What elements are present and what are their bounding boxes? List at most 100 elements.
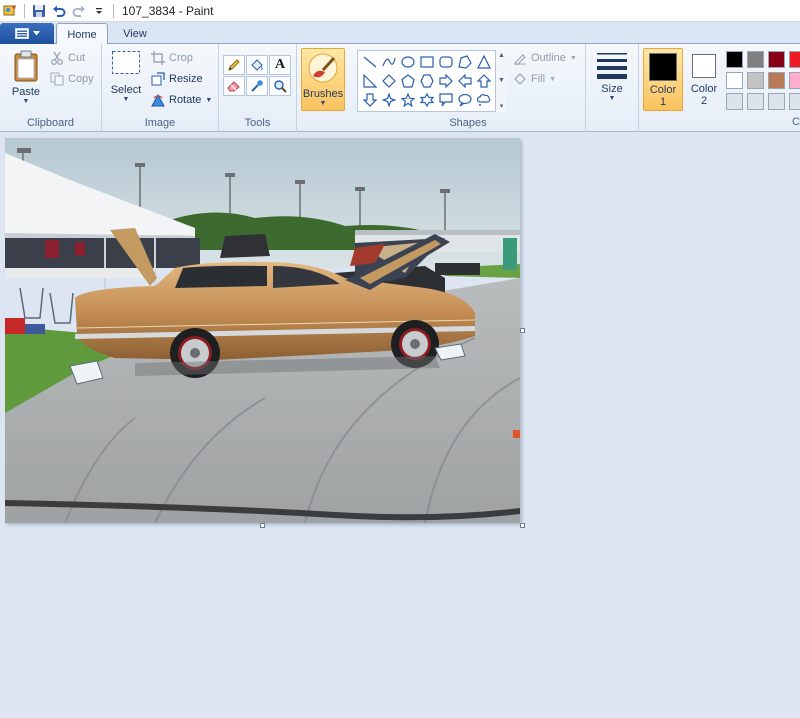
rotate-icon [151, 93, 165, 107]
magnifier-icon[interactable] [269, 76, 291, 96]
palette-swatch-light-gray[interactable] [747, 72, 764, 89]
right-arrow-shape-icon[interactable] [436, 71, 455, 90]
file-menu-button[interactable] [0, 23, 54, 44]
quick-access-toolbar [0, 0, 118, 22]
resize-button[interactable]: Resize [151, 69, 203, 89]
rectangle-shape-icon[interactable] [417, 52, 436, 71]
palette-swatch-custom-2[interactable] [747, 93, 764, 110]
six-point-star-shape-icon[interactable] [417, 90, 436, 109]
fill-bucket-icon[interactable] [246, 55, 268, 75]
palette-swatch-custom-4[interactable] [789, 93, 800, 110]
paste-icon [14, 50, 38, 82]
color2-button[interactable]: Color 2 [686, 48, 722, 111]
oval-shape-icon[interactable] [398, 52, 417, 71]
drawing-canvas[interactable] [5, 138, 520, 523]
colors-group-label: C [792, 116, 800, 128]
palette-swatch-white[interactable] [726, 72, 743, 89]
size-button[interactable]: Size ▼ [594, 50, 630, 102]
pentagon-shape-icon[interactable] [398, 71, 417, 90]
chevron-down-icon: ▼ [319, 100, 327, 107]
palette-swatch-custom-1[interactable] [726, 93, 743, 110]
redo-icon[interactable] [69, 1, 89, 21]
rotate-button[interactable]: Rotate ▼ [151, 90, 212, 110]
undo-icon[interactable] [49, 1, 69, 21]
palette-swatch-brown[interactable] [768, 72, 785, 89]
outline-label: Outline [531, 52, 566, 64]
copy-icon [50, 72, 64, 86]
app-icon[interactable] [0, 1, 20, 21]
scissors-icon [51, 51, 63, 65]
color1-button[interactable]: Color 1 [643, 48, 683, 111]
up-arrow-shape-icon[interactable] [474, 71, 493, 90]
image-group-label: Image [144, 117, 176, 129]
copy-label: Copy [68, 73, 94, 85]
oval-callout-shape-icon[interactable] [455, 90, 474, 109]
five-point-star-shape-icon[interactable] [398, 90, 417, 109]
rectangular-callout-shape-icon[interactable] [436, 90, 455, 109]
select-label: Select [110, 84, 142, 96]
cloud-callout-shape-icon[interactable] [474, 90, 493, 109]
fill-icon [514, 73, 526, 85]
shapes-gallery [357, 50, 507, 112]
hexagon-shape-icon[interactable] [417, 71, 436, 90]
pencil-icon[interactable] [223, 55, 245, 75]
select-button[interactable]: Select ▼ [108, 50, 144, 103]
crop-button[interactable]: Crop [151, 48, 193, 68]
chevron-down-icon: ▼ [205, 96, 213, 104]
resize-handle-corner[interactable] [520, 523, 525, 528]
size-label: Size [601, 83, 623, 95]
four-point-star-shape-icon[interactable] [379, 90, 398, 109]
resize-handle-bottom[interactable] [260, 523, 265, 528]
paste-label: Paste [11, 86, 41, 98]
tools-group: A Tools [219, 44, 297, 132]
rounded-rectangle-shape-icon[interactable] [436, 52, 455, 71]
resize-handle-right[interactable] [520, 328, 525, 333]
window-title: 107_3834 - Paint [122, 3, 214, 18]
file-menu-icon [14, 28, 29, 39]
text-icon[interactable]: A [269, 55, 291, 75]
palette-swatch-dark-red[interactable] [768, 51, 785, 68]
tab-view[interactable]: View [112, 23, 158, 45]
save-icon[interactable] [29, 1, 49, 21]
canvas-workspace [0, 133, 800, 718]
palette-swatch-gray[interactable] [747, 51, 764, 68]
paste-button[interactable]: Paste ▼ [8, 50, 44, 105]
gallery-expand-icon[interactable]: ▾ [500, 102, 504, 110]
color-picker-icon[interactable] [246, 76, 268, 96]
polygon-shape-icon[interactable] [455, 52, 474, 71]
crop-label: Crop [169, 52, 193, 64]
shapes-gallery-scroller[interactable]: ▲ ▼ ▾ [495, 50, 507, 112]
palette-swatch-red[interactable] [789, 51, 800, 68]
brushes-label: Brushes [302, 88, 344, 100]
down-arrow-shape-icon[interactable] [360, 90, 379, 109]
clipboard-group: Paste ▼ Cut Copy Clipboard [0, 44, 102, 132]
ribbon-tabs: Home View [0, 22, 800, 45]
chevron-up-icon[interactable]: ▲ [498, 52, 505, 59]
palette-swatch-pink[interactable] [789, 72, 800, 89]
triangle-shape-icon[interactable] [474, 52, 493, 71]
diamond-shape-icon[interactable] [379, 71, 398, 90]
outline-button[interactable]: Outline ▼ [513, 48, 577, 68]
fill-button[interactable]: Fill ▼ [513, 69, 556, 89]
tab-home[interactable]: Home [56, 23, 108, 45]
line-size-icon [597, 53, 627, 79]
right-triangle-shape-icon[interactable] [360, 71, 379, 90]
curve-shape-icon[interactable] [379, 52, 398, 71]
palette-swatch-custom-3[interactable] [768, 93, 785, 110]
clipboard-group-label: Clipboard [26, 117, 75, 129]
copy-button[interactable]: Copy [50, 69, 94, 89]
cut-button[interactable]: Cut [50, 48, 85, 68]
rotate-label: Rotate [169, 94, 202, 106]
chevron-down-icon: ▼ [549, 75, 556, 83]
eraser-icon[interactable] [223, 76, 245, 96]
brushes-button[interactable]: Brushes ▼ [301, 48, 345, 111]
palette-swatch-black[interactable] [726, 51, 743, 68]
chevron-down-icon: ▼ [122, 96, 130, 103]
canvas-photo [5, 138, 520, 523]
chevron-down-icon: ▼ [22, 98, 30, 105]
chevron-down-icon[interactable]: ▼ [498, 77, 505, 84]
customize-toolbar-icon[interactable] [89, 1, 109, 21]
line-shape-icon[interactable] [360, 52, 379, 71]
left-arrow-shape-icon[interactable] [455, 71, 474, 90]
tools-grid: A [223, 55, 291, 96]
